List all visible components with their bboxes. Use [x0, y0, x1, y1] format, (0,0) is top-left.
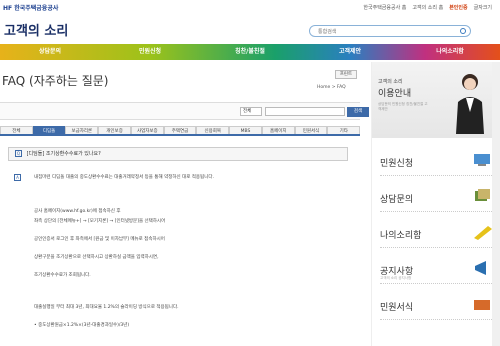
- top-link-font-size[interactable]: 글자크기: [474, 4, 492, 11]
- faq-answer: A 내집마련 디딤돌 대출의 중도상환수수료는 대출거래약정서 등을 통해 약정…: [8, 170, 348, 346]
- site-title[interactable]: 고객의 소리: [4, 20, 68, 39]
- sidebar-item-forms[interactable]: 민원서식: [380, 290, 498, 320]
- answer-line: • 중도상환원금×1.2%×(3년-대출경과일수)/3년): [34, 323, 130, 328]
- menu-item-consult[interactable]: 상담문의: [0, 44, 100, 60]
- tab-all[interactable]: 전체: [0, 126, 33, 134]
- search-icon[interactable]: [460, 28, 466, 34]
- category-select[interactable]: 전체: [240, 107, 262, 116]
- breadcrumb: Home > FAQ: [317, 85, 346, 90]
- print-button[interactable]: 프린트: [335, 70, 357, 79]
- banner-big-title: 이용안내: [378, 89, 412, 99]
- tab-bogeumjari[interactable]: 보금자리론: [65, 126, 99, 134]
- answer-line: 공인인증서 로그인 후 좌측에서 [원금 및 이자납부] 메뉴로 접속하시어: [34, 237, 165, 242]
- pencil-icon: [474, 226, 492, 240]
- menu-item-praise[interactable]: 칭찬/불친절: [200, 44, 300, 60]
- answer-line: 공사 홈페이지(www.hf.go.kr)에 접속하신 후: [34, 209, 121, 214]
- sidebar-item-complaint[interactable]: 민원신청: [380, 146, 498, 176]
- sidebar-item-notice[interactable]: 공지사항 고객의 소리 공지사항: [380, 254, 498, 284]
- top-link-hf-home[interactable]: 한국주택금융공사 홈: [363, 4, 406, 11]
- banner-small-title: 고객의 소리: [378, 79, 403, 85]
- top-utility-bar: HF 한국주택금융공사 한국주택금융공사 홈 고객의 소리 홈 본인인증 글자크…: [0, 0, 500, 14]
- documents-icon: [475, 189, 490, 201]
- right-sidebar: 고객의 소리 이용안내 상담문의 민원신청 칭찬/불친절 고객제안 민원신청 상…: [371, 62, 500, 346]
- question-icon: Q: [15, 150, 22, 157]
- tab-homepage[interactable]: 홈페이지: [261, 126, 295, 134]
- tab-etc[interactable]: 기타: [327, 126, 361, 134]
- answer-line: 좌측 상단의 [전체메뉴+] → [모기지론] → [인터넷방문]을 선택하시어: [34, 219, 166, 224]
- menu-item-suggestion[interactable]: 고객제안: [300, 44, 400, 60]
- faq-tabs: 전체 디딤돌 보금자리론 개인보증 사업자보증 주택연금 신용회복 MBS 홈페…: [0, 126, 361, 136]
- question-text: [디딤돌] 조기상환수수료가 있나요?: [26, 151, 101, 157]
- scrollbar[interactable]: [492, 62, 500, 346]
- sidebar-item-label: 민원서식: [380, 303, 414, 313]
- tab-personal-guarantee[interactable]: 개인보증: [98, 126, 131, 134]
- main-content: FAQ (자주하는 질문) 프린트 Home > FAQ 전체 검색 전체 디딤…: [0, 62, 369, 346]
- page-title: FAQ (자주하는 질문): [2, 74, 109, 88]
- sidebar-item-label: 상담문의: [380, 195, 414, 205]
- answer-line: 조기상환수수료가 조회됩니다.: [34, 273, 91, 278]
- menu-item-my-voice[interactable]: 나의소리함: [400, 44, 500, 60]
- answer-line: 내집마련 디딤돌 대출의 중도상환수수료는 대출거래약정서 등을 통해 약정하신…: [34, 175, 214, 180]
- menu-item-complaint[interactable]: 민원신청: [100, 44, 200, 60]
- consultant-image: [456, 74, 484, 134]
- folder-icon: [474, 300, 490, 310]
- sidebar-item-label: 민원신청: [380, 159, 414, 169]
- top-link-voc-home[interactable]: 고객의 소리 홈: [412, 4, 443, 11]
- answer-line: 상환구분을 조기상환으로 선택하시고 상환하실 금액을 입력하시면,: [34, 255, 159, 260]
- tab-didimdol[interactable]: 디딤돌: [32, 126, 66, 134]
- tab-business-guarantee[interactable]: 사업자보증: [130, 126, 164, 134]
- answer-icon: A: [14, 174, 21, 181]
- global-search-input[interactable]: 통합검색: [309, 25, 471, 37]
- monitor-icon: [474, 154, 490, 166]
- sidebar-item-sub: 고객의 소리 공지사항: [380, 276, 412, 280]
- hf-logo[interactable]: HF 한국주택금융공사: [3, 3, 58, 12]
- guide-banner[interactable]: 고객의 소리 이용안내 상담문의 민원신청 칭찬/불친절 고객제안: [372, 62, 500, 138]
- tab-forms[interactable]: 민원서식: [294, 126, 328, 134]
- faq-search-button[interactable]: 검색: [347, 107, 369, 117]
- tab-mbs[interactable]: MBS: [229, 126, 262, 134]
- tab-housing-pension[interactable]: 주택연금: [163, 126, 197, 134]
- faq-question[interactable]: Q [디딤돌] 조기상환수수료가 있나요?: [8, 147, 348, 161]
- tab-credit-recovery[interactable]: 신용회복: [196, 126, 230, 134]
- main-menu: 상담문의 민원신청 칭찬/불친절 고객제안 나의소리함: [0, 44, 500, 60]
- top-link-auth[interactable]: 본인인증: [449, 4, 467, 11]
- sidebar-item-label: 나의소리함: [380, 231, 422, 241]
- answer-line: 대출실행일 부터 최대 3년, 최대요율 1.2%의 슬라이딩 방식으로 적용됩…: [34, 305, 179, 310]
- sidebar-item-my-voice[interactable]: 나의소리함: [380, 218, 498, 248]
- faq-search-row: 전체 검색: [0, 102, 369, 120]
- top-nav: 한국주택금융공사 홈 고객의 소리 홈 본인인증 글자크기: [363, 4, 492, 11]
- megaphone-icon: [475, 261, 486, 275]
- sidebar-item-consult[interactable]: 상담문의: [380, 182, 498, 212]
- banner-desc: 상담문의 민원신청 칭찬/불친절 고객제안: [378, 102, 428, 111]
- search-placeholder: 통합검색: [318, 29, 337, 35]
- faq-search-input[interactable]: [265, 107, 345, 116]
